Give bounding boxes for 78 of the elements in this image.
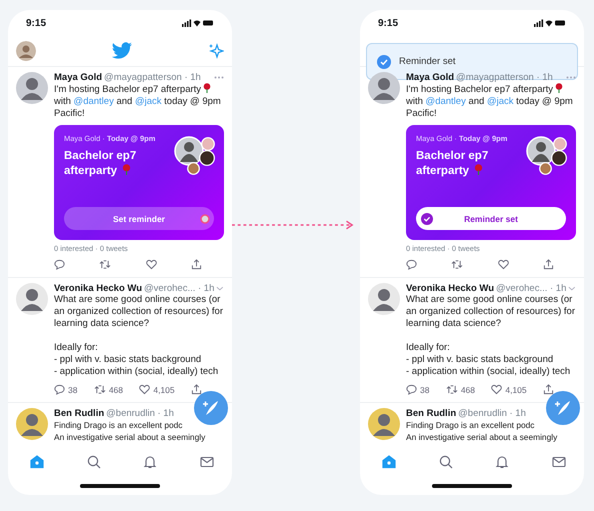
sparkle-icon[interactable] — [208, 43, 224, 59]
share-icon[interactable] — [190, 384, 202, 395]
retweet-icon[interactable] — [99, 259, 112, 270]
reply-icon[interactable] — [406, 384, 417, 395]
mail-icon[interactable] — [552, 455, 566, 469]
event-title: Bachelor ep7 afterparty — [416, 149, 490, 179]
retweet-count: 468 — [108, 384, 123, 394]
tweet-meta: @verohec... · 1h — [496, 283, 566, 294]
tweet-meta: @mayagpatterson · 1h — [104, 72, 201, 83]
search-icon[interactable] — [86, 455, 101, 469]
search-icon[interactable] — [438, 455, 453, 469]
avatar-icon[interactable] — [368, 283, 400, 315]
retweet-icon[interactable] — [94, 384, 106, 395]
reminder-button[interactable]: Reminder set — [416, 207, 566, 230]
like-count: 4,105 — [505, 384, 527, 394]
share-icon[interactable] — [542, 384, 554, 395]
mention-link[interactable]: @dantley — [426, 96, 466, 107]
reply-count: 38 — [420, 384, 430, 394]
rose-icon — [203, 83, 212, 93]
tweet-meta: @benrudlin · 1h — [458, 408, 526, 419]
avatar-icon[interactable] — [368, 72, 400, 104]
compose-button[interactable] — [194, 391, 228, 425]
retweet-icon[interactable] — [446, 384, 458, 395]
bell-icon[interactable] — [495, 455, 510, 469]
avatar-icon[interactable] — [368, 408, 400, 440]
author-name: Maya Gold — [406, 72, 454, 83]
bird-logo-icon — [111, 42, 133, 60]
rose-icon — [474, 164, 484, 175]
status-icons — [182, 19, 214, 27]
heart-icon[interactable] — [146, 259, 157, 270]
avatar-icon[interactable] — [16, 72, 48, 104]
avatar-icon[interactable] — [16, 41, 36, 61]
reminder-button[interactable]: Set reminder — [64, 207, 214, 230]
tweet-text: I'm hosting Bachelor ep7 afterparty with @dantley and @jack today @ 9pm Pacific! — [406, 83, 574, 120]
mention-link[interactable]: @jack — [134, 96, 162, 107]
mention-link[interactable]: @dantley — [74, 96, 114, 107]
tweet-text: Finding Drago is an excellent podc An investigative serial about a seemingly — [406, 419, 558, 443]
rose-icon — [122, 164, 132, 175]
share-icon[interactable] — [542, 259, 554, 270]
check-icon — [421, 212, 433, 224]
reply-icon[interactable] — [406, 259, 417, 270]
author-name: Ben Rudlin — [54, 408, 104, 419]
compose-button[interactable] — [546, 391, 580, 425]
reply-icon[interactable] — [54, 259, 65, 270]
tweet-text: Finding Drago is an excellent podc An investigative serial about a seemingly — [54, 419, 206, 443]
retweet-count: 468 — [460, 384, 475, 394]
tweet-text: What are some good online courses (or an organized collection of resources) for learning data science? Ideally for: - ppl with v. basic stats background - application within (social, ideally) tech — [406, 294, 576, 378]
share-icon[interactable] — [190, 259, 202, 270]
tweet-meta: @benrudlin · 1h — [106, 408, 174, 419]
status-time: 9:15 — [26, 18, 46, 28]
status-time: 9:15 — [378, 18, 398, 28]
tweet-text: What are some good online courses (or an organized collection of resources) for learning data science? Ideally for: - ppl with v. basic stats background - application within (social, ideally) tech — [54, 294, 224, 378]
reply-count: 38 — [68, 384, 78, 394]
home-icon[interactable] — [30, 455, 44, 469]
author-name: Ben Rudlin — [406, 408, 456, 419]
check-icon — [377, 54, 391, 68]
event-title: Bachelor ep7 afterparty — [64, 149, 138, 179]
reply-icon[interactable] — [54, 384, 65, 395]
author-name: Maya Gold — [54, 72, 102, 83]
home-icon[interactable] — [382, 455, 396, 469]
retweet-icon[interactable] — [451, 259, 464, 270]
mail-icon[interactable] — [200, 455, 214, 469]
tweet-meta: @verohec... · 1h — [144, 283, 214, 294]
heart-icon[interactable] — [139, 384, 150, 395]
heart-icon[interactable] — [498, 259, 509, 270]
tweet-text: I'm hosting Bachelor ep7 afterparty with @dantley and @jack today @ 9pm Pacific! — [54, 83, 222, 120]
status-icons — [534, 19, 566, 27]
author-name: Veronika Hecko Wu — [406, 283, 494, 294]
heart-icon[interactable] — [491, 384, 502, 395]
like-count: 4,105 — [153, 384, 175, 394]
toast-text: Reminder set — [399, 56, 456, 67]
avatar-icon[interactable] — [16, 408, 48, 440]
bell-icon[interactable] — [143, 455, 158, 469]
avatar-icon[interactable] — [16, 283, 48, 315]
tweet-meta: @mayagpatterson · 1h — [456, 72, 553, 83]
rose-icon — [555, 83, 564, 93]
mention-link[interactable]: @jack — [486, 96, 514, 107]
author-name: Veronika Hecko Wu — [54, 283, 142, 294]
